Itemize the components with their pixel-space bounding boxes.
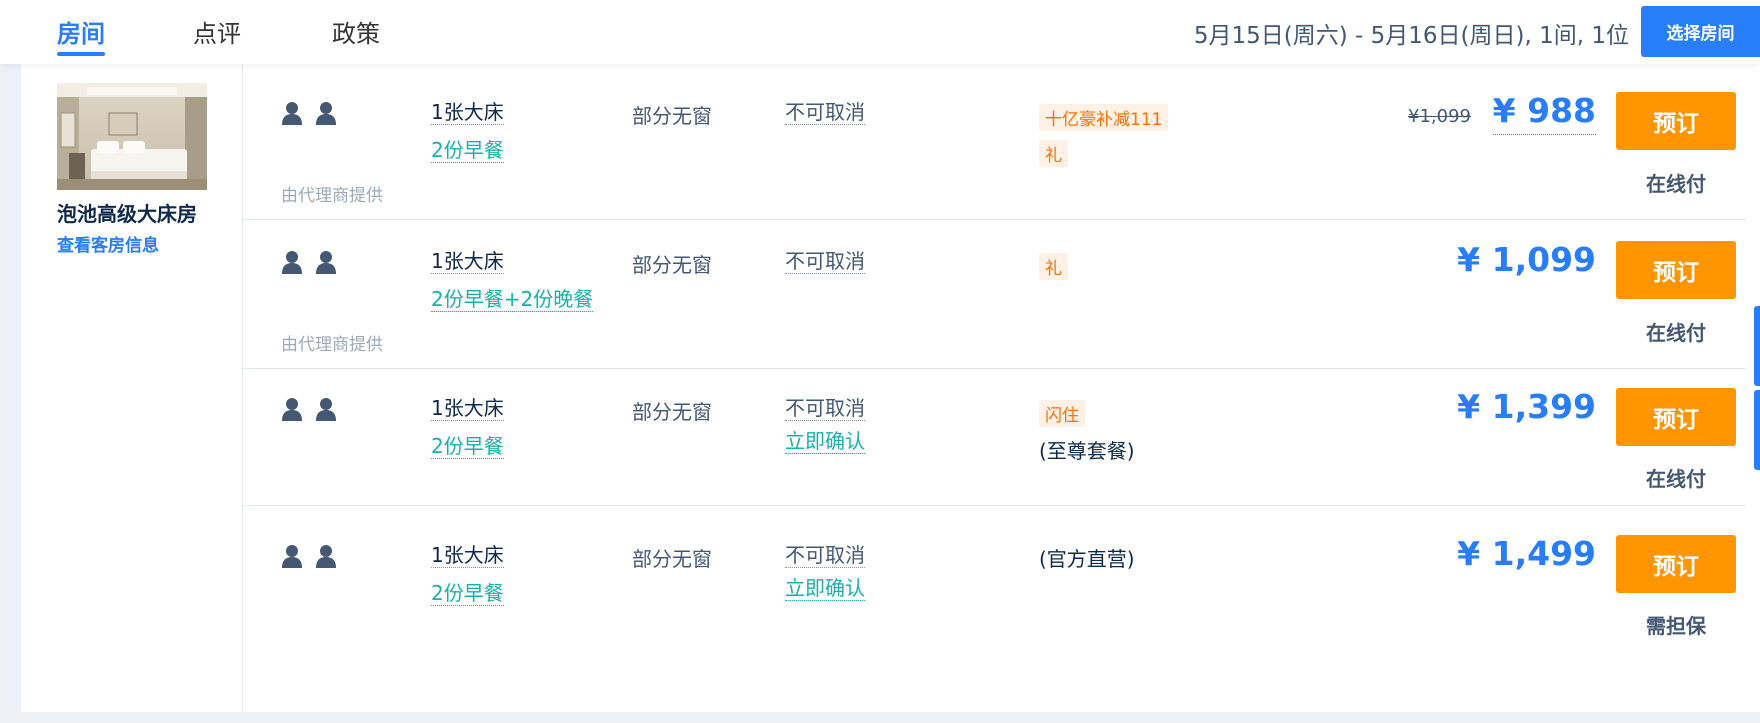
book-button[interactable]: 预订: [1616, 535, 1736, 593]
tab-rooms[interactable]: 房间: [57, 14, 105, 49]
select-room-button[interactable]: 选择房间: [1641, 6, 1760, 57]
instant-confirm-link[interactable]: 立即确认: [785, 429, 865, 454]
meal-plan-link[interactable]: 2份早餐: [431, 581, 504, 606]
rate-row: 1张大床 2份早餐 部分无窗 不可取消 立即确认 (官方直营) ¥ 1,499 …: [243, 506, 1746, 643]
rate-price[interactable]: ¥ 988: [1492, 91, 1596, 135]
cancellation-policy[interactable]: 不可取消: [785, 249, 865, 274]
flash-stay-tag[interactable]: 闪住: [1039, 400, 1085, 427]
cancellation-policy[interactable]: 不可取消: [785, 543, 865, 568]
side-float-tab[interactable]: [1754, 390, 1760, 470]
bed-type[interactable]: 1张大床: [431, 543, 504, 568]
guest-capacity: [281, 544, 337, 568]
rate-price[interactable]: ¥ 1,099: [1457, 240, 1596, 279]
top-nav-bar: 房间 点评 政策 5月15日(周六) - 5月16日(周日), 1间, 1位 选…: [0, 0, 1760, 64]
bed-type[interactable]: 1张大床: [431, 396, 504, 421]
guest-capacity: [281, 101, 337, 125]
rate-price[interactable]: ¥ 1,499: [1457, 534, 1596, 573]
tab-reviews[interactable]: 点评: [193, 14, 241, 49]
rate-row: 1张大床 2份早餐 部分无窗 不可取消 立即确认 闪住 (至尊套餐) ¥ 1,3…: [243, 369, 1746, 506]
gift-tag[interactable]: 礼: [1039, 140, 1068, 167]
payment-type: 在线付: [1646, 321, 1706, 345]
view-room-info-link[interactable]: 查看客房信息: [57, 231, 159, 256]
stay-date-summary[interactable]: 5月15日(周六) - 5月16日(周日), 1间, 1位: [1194, 16, 1629, 50]
person-icon: [316, 545, 336, 568]
meal-plan-link[interactable]: 2份早餐: [431, 138, 504, 163]
active-tab-indicator: [57, 52, 105, 56]
book-button[interactable]: 预订: [1616, 241, 1736, 299]
bed-type[interactable]: 1张大床: [431, 249, 504, 274]
tab-policies[interactable]: 政策: [332, 14, 380, 49]
window-info: 部分无窗: [632, 400, 712, 424]
meal-plan-link[interactable]: 2份早餐+2份晚餐: [431, 287, 594, 312]
instant-confirm-link[interactable]: 立即确认: [785, 576, 865, 601]
payment-type: 在线付: [1646, 172, 1706, 196]
bed-type[interactable]: 1张大床: [431, 100, 504, 125]
window-info: 部分无窗: [632, 547, 712, 571]
side-float-tab[interactable]: [1754, 306, 1760, 386]
rate-price[interactable]: ¥ 1,399: [1457, 387, 1596, 426]
person-icon: [316, 251, 336, 274]
payment-type: 在线付: [1646, 467, 1706, 491]
person-icon: [316, 102, 336, 125]
promo-tag[interactable]: 十亿豪补减111: [1039, 104, 1169, 131]
package-name: (至尊套餐): [1039, 439, 1135, 463]
rate-row: 1张大床 2份早餐 部分无窗 不可取消 十亿豪补减111 礼 由代理商提供 ¥1…: [243, 64, 1746, 220]
guest-capacity: [281, 250, 337, 274]
person-icon: [282, 102, 302, 125]
window-info: 部分无窗: [632, 104, 712, 128]
room-photo[interactable]: [57, 83, 207, 190]
provider-note: 由代理商提供: [281, 186, 383, 206]
cancellation-policy[interactable]: 不可取消: [785, 100, 865, 125]
room-name: 泡池高级大床房: [57, 202, 197, 226]
person-icon: [316, 398, 336, 421]
payment-type: 需担保: [1646, 614, 1706, 638]
provider-note: 由代理商提供: [281, 335, 383, 355]
cancellation-policy[interactable]: 不可取消: [785, 396, 865, 421]
book-button[interactable]: 预订: [1616, 388, 1736, 446]
window-info: 部分无窗: [632, 253, 712, 277]
gift-tag[interactable]: 礼: [1039, 253, 1068, 280]
room-info-column: 泡池高级大床房 查看客房信息: [21, 64, 243, 712]
rate-row: 1张大床 2份早餐+2份晚餐 部分无窗 不可取消 礼 由代理商提供 ¥ 1,09…: [243, 220, 1746, 369]
person-icon: [282, 545, 302, 568]
original-price: ¥1,099: [1408, 106, 1471, 127]
person-icon: [282, 398, 302, 421]
room-rates-panel: 泡池高级大床房 查看客房信息 1张大床 2份早餐 部分无窗 不可取消 十亿豪补减…: [21, 64, 1760, 712]
meal-plan-link[interactable]: 2份早餐: [431, 434, 504, 459]
guest-capacity: [281, 397, 337, 421]
person-icon: [282, 251, 302, 274]
book-button[interactable]: 预订: [1616, 92, 1736, 150]
package-name: (官方直营): [1039, 547, 1135, 571]
